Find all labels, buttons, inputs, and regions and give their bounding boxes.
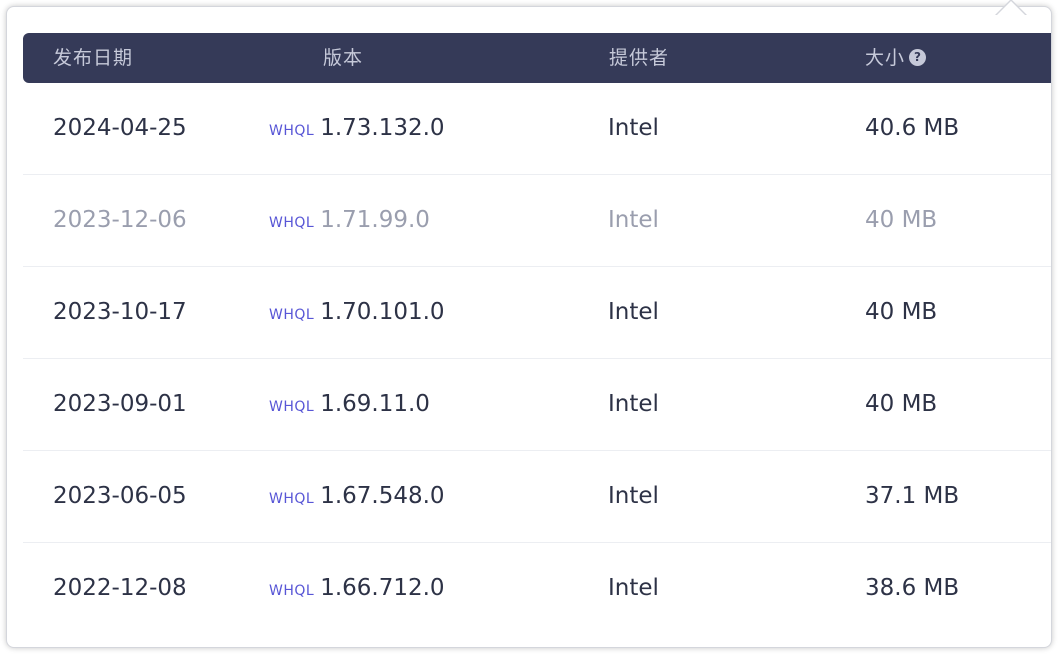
table-row[interactable]: 2022-12-08 WHQL 1.66.712.0 Intel 38.6 MB [23, 543, 1051, 634]
file-size: 38.6 MB [865, 575, 960, 601]
table-row[interactable]: 2023-06-05 WHQL 1.67.548.0 Intel 37.1 MB [23, 451, 1051, 543]
column-header-version: 版本 [323, 47, 364, 69]
table-header: 发布日期 版本 提供者 大小? [23, 33, 1051, 83]
version-number: 1.73.132.0 [320, 115, 445, 141]
file-size: 40 MB [865, 391, 938, 417]
release-date: 2023-06-05 [53, 483, 187, 509]
help-icon[interactable]: ? [909, 48, 927, 66]
whql-badge: WHQL [269, 215, 315, 231]
column-header-size: 大小? [865, 33, 927, 83]
release-date: 2022-12-08 [53, 575, 187, 601]
version-cell: WHQL 1.69.11.0 [269, 359, 430, 450]
whql-badge: WHQL [269, 399, 315, 415]
version-cell: WHQL 1.71.99.0 [269, 175, 430, 266]
version-cell: WHQL 1.70.101.0 [269, 267, 445, 358]
driver-versions-popover: 发布日期 版本 提供者 大小? 2024-04-25 WHQL 1.73.132.… [6, 0, 1052, 648]
driver-version-list: 2024-04-25 WHQL 1.73.132.0 Intel 40.6 MB … [23, 83, 1051, 634]
table-row[interactable]: 2024-04-25 WHQL 1.73.132.0 Intel 40.6 MB [23, 83, 1051, 175]
popover-caret-fill [997, 1, 1025, 15]
file-size: 37.1 MB [865, 483, 960, 509]
column-header-size-label: 大小 [865, 47, 906, 69]
file-size: 40 MB [865, 299, 938, 325]
provider: Intel [608, 299, 659, 325]
version-cell: WHQL 1.73.132.0 [269, 83, 445, 174]
provider: Intel [608, 207, 659, 233]
whql-badge: WHQL [269, 123, 315, 139]
file-size: 40.6 MB [865, 115, 960, 141]
whql-badge: WHQL [269, 307, 315, 323]
column-header-date: 发布日期 [53, 47, 134, 69]
release-date: 2024-04-25 [53, 115, 187, 141]
whql-badge: WHQL [269, 491, 315, 507]
release-date: 2023-10-17 [53, 299, 187, 325]
version-number: 1.67.548.0 [320, 483, 445, 509]
whql-badge: WHQL [269, 583, 315, 599]
provider: Intel [608, 483, 659, 509]
version-cell: WHQL 1.66.712.0 [269, 543, 445, 634]
version-number: 1.70.101.0 [320, 299, 445, 325]
release-date: 2023-12-06 [53, 207, 187, 233]
version-cell: WHQL 1.67.548.0 [269, 451, 445, 542]
version-number: 1.66.712.0 [320, 575, 445, 601]
table-row[interactable]: 2023-12-06 WHQL 1.71.99.0 Intel 40 MB [23, 175, 1051, 267]
provider: Intel [608, 575, 659, 601]
table-row[interactable]: 2023-10-17 WHQL 1.70.101.0 Intel 40 MB [23, 267, 1051, 359]
file-size: 40 MB [865, 207, 938, 233]
column-header-provider: 提供者 [609, 47, 670, 69]
provider: Intel [608, 115, 659, 141]
table-row[interactable]: 2023-09-01 WHQL 1.69.11.0 Intel 40 MB [23, 359, 1051, 451]
release-date: 2023-09-01 [53, 391, 187, 417]
version-number: 1.71.99.0 [320, 207, 430, 233]
provider: Intel [608, 391, 659, 417]
version-number: 1.69.11.0 [320, 391, 430, 417]
